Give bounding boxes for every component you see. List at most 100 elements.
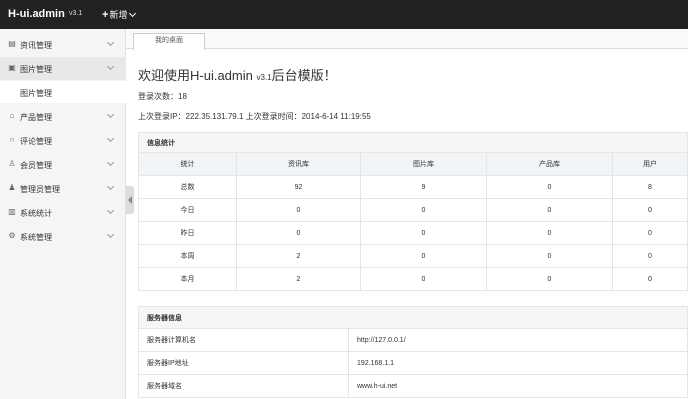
sidebar-item-news[interactable]: ▤ 资讯管理 xyxy=(0,33,126,56)
table-row: 昨日 0 0 0 0 xyxy=(138,221,688,245)
chevron-down-icon xyxy=(106,158,115,167)
table-cell: 0 xyxy=(486,267,613,291)
table-cell: www.h-ui.net xyxy=(348,374,688,398)
table-cell: 0 xyxy=(486,198,613,222)
last-login-info: 上次登录IP：222.35.131.79.1 上次登录时间：2014-6-14 … xyxy=(138,112,371,121)
version-label: v3.1 xyxy=(69,10,83,17)
table-row: 本周 2 0 0 0 xyxy=(138,244,688,268)
table-cell: 本月 xyxy=(138,267,237,291)
sidebar-item-label: 产品管理 xyxy=(20,113,52,122)
table-row: 今日 0 0 0 0 xyxy=(138,198,688,222)
sidebar-item-label: 系统统计 xyxy=(20,209,52,218)
table-cell: 0 xyxy=(236,198,361,222)
table-cell: 192.168.1.1 xyxy=(348,351,688,375)
column-header: 资讯库 xyxy=(236,152,361,176)
table-cell: 今日 xyxy=(138,198,237,222)
table-row: 总数 92 9 0 8 xyxy=(138,175,688,199)
stats-caption: 信息统计 xyxy=(138,132,688,153)
table-cell: http://127.0.0.1/ xyxy=(348,328,688,352)
welcome-suffix: 后台模版！ xyxy=(271,68,337,83)
table-cell: 服务器IP地址 xyxy=(138,351,349,375)
chevron-down-icon xyxy=(129,9,137,18)
tab-bar: 我的桌面 xyxy=(126,29,688,50)
sidebar-item-products[interactable]: ⌂ 产品管理 xyxy=(0,105,126,128)
submenu-label: 图片管理 xyxy=(20,89,52,98)
sidebar-item-label: 资讯管理 xyxy=(20,41,52,50)
chevron-down-icon xyxy=(106,230,115,239)
submenu-item-image-manage[interactable]: 图片管理 xyxy=(0,81,126,103)
plus-icon: + xyxy=(102,9,109,21)
page-title: 欢迎使用H-ui.admin v3.1后台模版！ xyxy=(138,65,337,84)
table-cell: 2 xyxy=(236,267,361,291)
table-cell: 92 xyxy=(236,175,361,199)
table-row: 服务器计算机名 http://127.0.0.1/ xyxy=(138,328,688,352)
stats-icon: ▥ xyxy=(8,207,16,216)
sidebar-item-statistics[interactable]: ▥ 系统统计 xyxy=(0,201,126,224)
table-cell: 9 xyxy=(360,175,487,199)
table-row: 服务器域名 www.h-ui.net xyxy=(138,374,688,398)
admin-icon: ♟ xyxy=(8,183,16,192)
sidebar-item-admins[interactable]: ♟ 管理员管理 xyxy=(0,177,126,200)
column-header: 统计 xyxy=(138,152,237,176)
table-cell: 0 xyxy=(612,198,688,222)
table-cell: 0 xyxy=(486,175,613,199)
welcome-version: v3.1 xyxy=(256,73,272,82)
chevron-down-icon xyxy=(106,182,115,191)
table-cell: 服务器域名 xyxy=(138,374,349,398)
sidebar-item-images[interactable]: ▣ 图片管理 xyxy=(0,57,126,80)
chevron-down-icon xyxy=(106,62,115,71)
table-cell: 0 xyxy=(360,221,487,245)
table-cell: 0 xyxy=(486,244,613,268)
top-navbar: H-ui.admin v3.1 +新增 xyxy=(0,0,688,29)
comment-icon: ○ xyxy=(9,135,15,144)
login-count: 登录次数：18 xyxy=(138,92,187,101)
table-cell: 0 xyxy=(360,267,487,291)
table-cell: 0 xyxy=(612,267,688,291)
chevron-down-icon xyxy=(106,38,115,47)
sidebar-item-system[interactable]: ⚙ 系统管理 xyxy=(0,225,126,248)
server-caption: 服务器信息 xyxy=(138,306,688,329)
sidebar-item-label: 图片管理 xyxy=(20,65,52,74)
table-cell: 0 xyxy=(612,244,688,268)
chevron-down-icon xyxy=(106,110,115,119)
table-row: 服务器IP地址 192.168.1.1 xyxy=(138,351,688,375)
image-icon: ▣ xyxy=(8,63,16,72)
stats-table: 信息统计 统计 资讯库 图片库 产品库 用户 总数 92 9 0 8 今日 0 … xyxy=(138,132,688,291)
new-dropdown-button[interactable]: +新增 xyxy=(102,8,137,21)
column-header: 用户 xyxy=(612,152,688,176)
chevron-down-icon xyxy=(106,206,115,215)
table-cell: 2 xyxy=(236,244,361,268)
sidebar-item-comments[interactable]: ○ 评论管理 xyxy=(0,129,126,152)
table-cell: 0 xyxy=(236,221,361,245)
sidebar-item-members[interactable]: ♙ 会员管理 xyxy=(0,153,126,176)
table-cell: 0 xyxy=(360,244,487,268)
settings-icon: ⚙ xyxy=(8,231,16,240)
sidebar-item-label: 会员管理 xyxy=(20,161,52,170)
table-cell: 总数 xyxy=(138,175,237,199)
new-label: 新增 xyxy=(109,10,128,20)
sidebar: ▤ 资讯管理 ▣ 图片管理 图片管理 ⌂ 产品管理 ○ 评论管理 ♙ 会员管理 … xyxy=(0,29,126,399)
chevron-down-icon xyxy=(106,134,115,143)
table-cell: 昨日 xyxy=(138,221,237,245)
welcome-text: 欢迎使用H-ui.admin xyxy=(138,68,253,83)
member-icon: ♙ xyxy=(8,159,16,168)
main-content: 欢迎使用H-ui.admin v3.1后台模版！ 登录次数：18 上次登录IP：… xyxy=(126,49,688,399)
table-cell: 0 xyxy=(360,198,487,222)
news-icon: ▤ xyxy=(8,39,16,48)
table-cell: 8 xyxy=(612,175,688,199)
sidebar-item-label: 系统管理 xyxy=(20,233,52,242)
sidebar-item-label: 管理员管理 xyxy=(20,185,60,194)
tab-my-desktop[interactable]: 我的桌面 xyxy=(133,33,205,50)
table-cell: 0 xyxy=(486,221,613,245)
column-header: 产品库 xyxy=(486,152,613,176)
logo[interactable]: H-ui.admin xyxy=(8,8,65,20)
product-icon: ⌂ xyxy=(9,111,15,120)
server-info-table: 服务器信息 服务器计算机名 http://127.0.0.1/ 服务器IP地址 … xyxy=(138,306,688,398)
table-header-row: 统计 资讯库 图片库 产品库 用户 xyxy=(138,152,688,176)
table-row: 本月 2 0 0 0 xyxy=(138,267,688,291)
table-cell: 服务器计算机名 xyxy=(138,328,349,352)
column-header: 图片库 xyxy=(360,152,487,176)
sidebar-item-label: 评论管理 xyxy=(20,137,52,146)
table-cell: 0 xyxy=(612,221,688,245)
table-cell: 本周 xyxy=(138,244,237,268)
